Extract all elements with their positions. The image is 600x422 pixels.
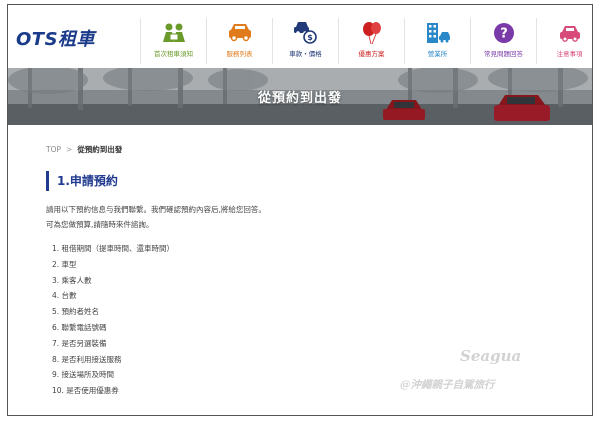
- nav-notes[interactable]: 注意事項: [536, 18, 592, 64]
- site-header: OTS租車 首次租車須知 服務列表 $ 車款・價格 優惠方案 營業所 ? 常見問…: [8, 5, 592, 68]
- section-intro: 請用以下預約信息与我們聯繫。我們確認預約內容后,將給您回答。 可為您做預算,請隨…: [46, 202, 266, 232]
- list-item: 8. 是否利用接送服務: [52, 354, 122, 364]
- nav-label: 注意事項: [556, 50, 583, 58]
- car-icon: [228, 24, 251, 42]
- nav-service-list[interactable]: 服務列表: [206, 18, 272, 64]
- list-item: 6. 聯繫電話號碼: [52, 322, 107, 332]
- nav-offices[interactable]: 營業所: [404, 18, 470, 64]
- list-item: 5. 預約者姓名: [52, 307, 100, 317]
- nav-first-rental-guide[interactable]: 首次租車須知: [140, 18, 206, 64]
- hero-banner: 從預約到出發: [8, 68, 592, 125]
- nav-label: 首次租車須知: [154, 50, 193, 58]
- list-item: 9. 接送場所及時間: [52, 370, 115, 380]
- list-item: 7. 是否另選裝備: [52, 338, 107, 348]
- balloon-icon: [362, 22, 381, 45]
- breadcrumb-home-link[interactable]: TOP: [46, 145, 61, 154]
- nav-label: 營業所: [427, 50, 448, 58]
- people-icon: [162, 23, 185, 42]
- nav-faq[interactable]: ? 常見問題回答: [470, 18, 536, 64]
- building-icon: [426, 23, 450, 43]
- breadcrumb-separator: >: [66, 145, 73, 154]
- svg-text:?: ?: [500, 27, 508, 42]
- nav-label: 車款・價格: [289, 50, 322, 58]
- reservation-info-list: 1. 租借期間（提車時間、還車時間） 2. 車型 3. 乘客人數 4. 台數 5…: [52, 241, 174, 399]
- breadcrumb-current: 從預約到出發: [77, 145, 123, 154]
- nav-promotions[interactable]: 優惠方案: [338, 18, 404, 64]
- intro-line: 可為您做預算,請隨時來件諮詢。: [46, 220, 154, 229]
- watermark-name: Seagua: [460, 347, 522, 365]
- nav-label: 服務列表: [226, 50, 253, 58]
- hero-title: 從預約到出發: [257, 91, 342, 106]
- list-item: 4. 台數: [52, 291, 77, 301]
- watermark-caption: @沖繩親子自駕旅行: [400, 379, 495, 391]
- nav-label: 常見問題回答: [484, 50, 523, 58]
- nav-models-prices[interactable]: $ 車款・價格: [272, 18, 338, 64]
- svg-text:$: $: [307, 33, 313, 42]
- nav-label: 優惠方案: [358, 50, 385, 58]
- list-item: 1. 租借期間（提車時間、還車時間）: [52, 244, 175, 253]
- main-nav: 首次租車須知 服務列表 $ 車款・價格 優惠方案 營業所 ? 常見問題回答 注意…: [140, 18, 592, 64]
- page-frame: OTS租車 首次租車須知 服務列表 $ 車款・價格 優惠方案 營業所 ? 常見問…: [7, 4, 593, 416]
- list-item: 2. 車型: [52, 259, 77, 269]
- question-icon: ?: [493, 23, 514, 43]
- list-item: 10. 是否使用優惠券: [52, 386, 119, 396]
- section-title: 1.申請預約: [46, 171, 118, 191]
- car-note-icon: [559, 26, 580, 42]
- intro-line: 請用以下預約信息与我們聯繫。我們確認預約內容后,將給您回答。: [46, 205, 266, 214]
- ots-logo[interactable]: OTS租車: [16, 25, 95, 51]
- list-item: 3. 乘客人數: [52, 275, 92, 285]
- car-price-icon: $: [293, 22, 317, 44]
- breadcrumb: TOP > 從預約到出發: [46, 144, 122, 155]
